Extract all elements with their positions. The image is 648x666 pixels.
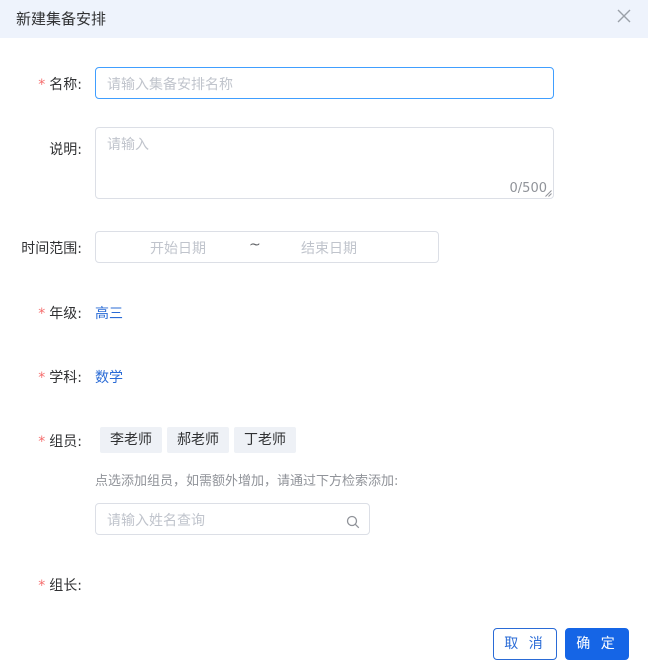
- subject-value: 数学: [95, 370, 123, 386]
- dialog-title: 新建集备安排: [16, 10, 107, 28]
- required-mark: *: [38, 434, 46, 450]
- subject-label-text: 学科:: [49, 370, 82, 386]
- required-mark: *: [38, 77, 46, 93]
- description-label: 说明:: [49, 142, 82, 158]
- name-placeholder: 请输入集备安排名称: [107, 77, 233, 93]
- required-mark: *: [38, 578, 46, 594]
- members-label: * 组员:: [38, 431, 82, 451]
- description-textarea[interactable]: 请输入 0/500: [95, 127, 554, 199]
- date-separator: ~: [249, 237, 261, 253]
- end-date-input[interactable]: 结束日期: [301, 238, 357, 258]
- name-label: * 名称:: [38, 74, 82, 94]
- grade-value: 高三: [95, 306, 123, 322]
- grade-label: * 年级:: [38, 303, 82, 323]
- member-tag[interactable]: 李老师: [100, 427, 162, 453]
- subject-label: * 学科:: [38, 367, 82, 387]
- member-tag[interactable]: 郝老师: [167, 427, 229, 453]
- time-range-label: 时间范围:: [21, 241, 82, 257]
- member-search-placeholder: 请输入姓名查询: [107, 513, 205, 529]
- member-tag[interactable]: 丁老师: [234, 427, 296, 453]
- members-hint: 点选添加组员，如需额外增加，请通过下方检索添加:: [95, 474, 399, 489]
- member-search-input[interactable]: 请输入姓名查询: [95, 503, 370, 535]
- start-date-input[interactable]: 开始日期: [150, 238, 206, 258]
- close-icon[interactable]: [615, 7, 633, 25]
- char-counter: 0/500: [509, 181, 547, 196]
- required-mark: *: [38, 370, 46, 386]
- confirm-button[interactable]: 确 定: [565, 628, 629, 660]
- leader-label: * 组长:: [38, 575, 82, 595]
- resize-grip-icon[interactable]: [545, 190, 552, 197]
- description-placeholder: 请输入: [107, 137, 149, 153]
- search-icon[interactable]: [346, 515, 360, 529]
- leader-label-text: 组长:: [49, 578, 82, 594]
- cancel-button[interactable]: 取 消: [493, 628, 557, 660]
- dialog-header: 新建集备安排: [0, 0, 648, 38]
- members-label-text: 组员:: [49, 434, 82, 450]
- grade-label-text: 年级:: [49, 306, 82, 322]
- name-input[interactable]: 请输入集备安排名称: [95, 67, 554, 99]
- date-range-picker[interactable]: 开始日期 ~ 结束日期: [95, 231, 439, 263]
- required-mark: *: [38, 306, 46, 322]
- name-label-text: 名称:: [49, 77, 82, 93]
